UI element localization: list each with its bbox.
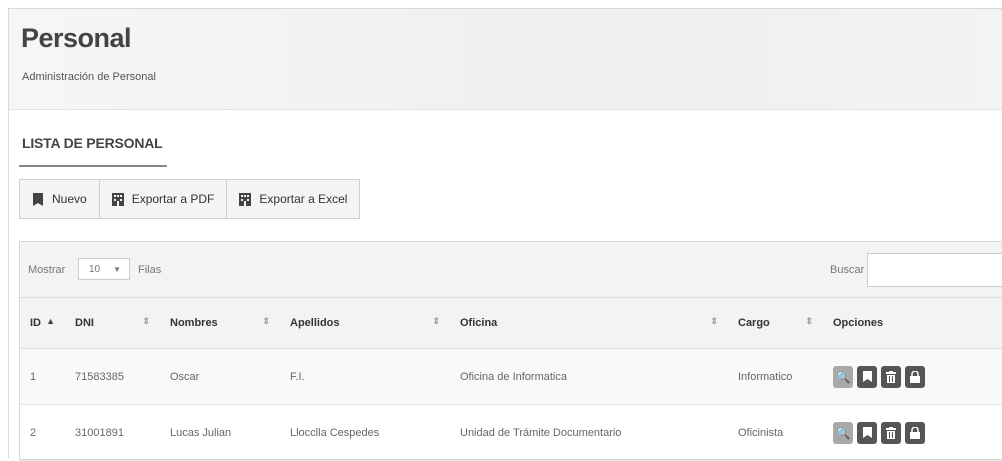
- column-header-id[interactable]: ID ▲: [20, 297, 65, 349]
- cell-oficina: Unidad de Trámite Documentario: [450, 404, 728, 461]
- table-controls: Mostrar 10 ▼ Filas Buscar: [20, 242, 1002, 297]
- new-button-label: Nuevo: [52, 192, 87, 206]
- cell-cargo: Oficinista: [728, 404, 823, 461]
- cell-apellidos: Llocclla Cespedes: [280, 404, 450, 461]
- bookmark-icon: [862, 371, 872, 382]
- page-header: Personal Administración de Personal: [9, 9, 1002, 110]
- section-divider: [19, 165, 167, 167]
- edit-button[interactable]: [857, 421, 877, 444]
- export-excel-label: Exportar a Excel: [259, 192, 348, 206]
- personal-table: ID ▲ DNI ⇕ Nombres ⇕ Apellidos ⇕ Oficina ⇕ Ca…: [20, 297, 1002, 461]
- search-input[interactable]: [867, 253, 1002, 287]
- lock-button[interactable]: [905, 421, 925, 444]
- trash-icon: [886, 426, 896, 439]
- cell-id: 2: [20, 404, 65, 461]
- table-header-row: ID ▲ DNI ⇕ Nombres ⇕ Apellidos ⇕ Oficina ⇕ Ca…: [20, 297, 1002, 349]
- cell-id: 1: [20, 348, 65, 405]
- column-header-label: Oficina: [460, 317, 498, 329]
- sort-icon: ⇕: [710, 316, 718, 326]
- cell-opciones: 🔍: [823, 404, 1002, 461]
- view-button[interactable]: 🔍: [833, 421, 853, 444]
- column-header-opciones: Opciones: [823, 297, 1002, 349]
- row-options: 🔍: [833, 365, 994, 388]
- cell-oficina: Oficina de Informatica: [450, 348, 728, 405]
- export-pdf-label: Exportar a PDF: [131, 192, 215, 206]
- sort-icon: ⇕: [262, 316, 270, 326]
- column-header-label: Cargo: [738, 317, 770, 329]
- table-row: 2 31001891 Lucas Julian Llocclla Cespede…: [20, 404, 1002, 461]
- building-icon: [111, 192, 124, 206]
- page-size-select[interactable]: 10 ▼: [78, 258, 130, 280]
- search-icon: 🔍: [835, 369, 851, 384]
- chevron-down-icon: ▼: [113, 265, 121, 274]
- column-header-label: ID: [30, 317, 41, 329]
- column-header-apellidos[interactable]: Apellidos ⇕: [280, 297, 450, 349]
- bookmark-icon: [862, 427, 872, 438]
- show-label: Mostrar: [28, 264, 66, 276]
- column-header-cargo[interactable]: Cargo ⇕: [728, 297, 823, 349]
- section-title: LISTA DE PERSONAL: [22, 135, 163, 151]
- column-header-label: Opciones: [833, 317, 884, 329]
- lock-button[interactable]: [905, 365, 925, 388]
- column-header-nombres[interactable]: Nombres ⇕: [160, 297, 280, 349]
- cell-nombres: Oscar: [160, 348, 280, 405]
- sort-icon: ⇕: [432, 316, 440, 326]
- lock-icon: [910, 426, 920, 439]
- export-pdf-button[interactable]: Exportar a PDF: [98, 179, 228, 219]
- sort-asc-icon: ▲: [46, 316, 55, 326]
- trash-icon: [886, 370, 896, 383]
- cell-cargo: Informatico: [728, 348, 823, 405]
- bookmark-icon: [33, 192, 43, 206]
- column-header-dni[interactable]: DNI ⇕: [65, 297, 160, 349]
- rows-label: Filas: [138, 264, 162, 276]
- column-header-label: DNI: [75, 317, 94, 329]
- search-icon: 🔍: [835, 425, 851, 440]
- cell-nombres: Lucas Julian: [160, 404, 280, 461]
- building-icon: [239, 192, 252, 206]
- lock-icon: [910, 370, 920, 383]
- app-frame: Personal Administración de Personal LIST…: [8, 8, 1002, 461]
- sort-icon: ⇕: [805, 316, 813, 326]
- sort-icon: ⇕: [142, 316, 150, 326]
- page-size-value: 10: [89, 264, 101, 275]
- new-button[interactable]: Nuevo: [19, 179, 100, 219]
- cell-dni: 31001891: [65, 404, 160, 461]
- page-title: Personal: [21, 23, 132, 53]
- cell-opciones: 🔍: [823, 348, 1002, 405]
- view-button[interactable]: 🔍: [833, 365, 853, 388]
- page-subtitle: Administración de Personal: [22, 71, 156, 83]
- column-header-label: Apellidos: [290, 317, 340, 329]
- cell-dni: 71583385: [65, 348, 160, 405]
- column-header-label: Nombres: [170, 317, 218, 329]
- search-label: Buscar: [830, 264, 865, 276]
- toolbar: Nuevo Exportar a PDF Exportar a Excel: [19, 179, 361, 219]
- delete-button[interactable]: [881, 365, 901, 388]
- column-header-oficina[interactable]: Oficina ⇕: [450, 297, 728, 349]
- cell-apellidos: F.I.: [280, 348, 450, 405]
- delete-button[interactable]: [881, 421, 901, 444]
- row-options: 🔍: [833, 421, 994, 444]
- export-excel-button[interactable]: Exportar a Excel: [226, 179, 361, 219]
- edit-button[interactable]: [857, 365, 877, 388]
- table-panel: Mostrar 10 ▼ Filas Buscar ID ▲ DNI ⇕ Nombr…: [19, 241, 1002, 461]
- table-row: 1 71583385 Oscar F.I. Oficina de Informa…: [20, 348, 1002, 405]
